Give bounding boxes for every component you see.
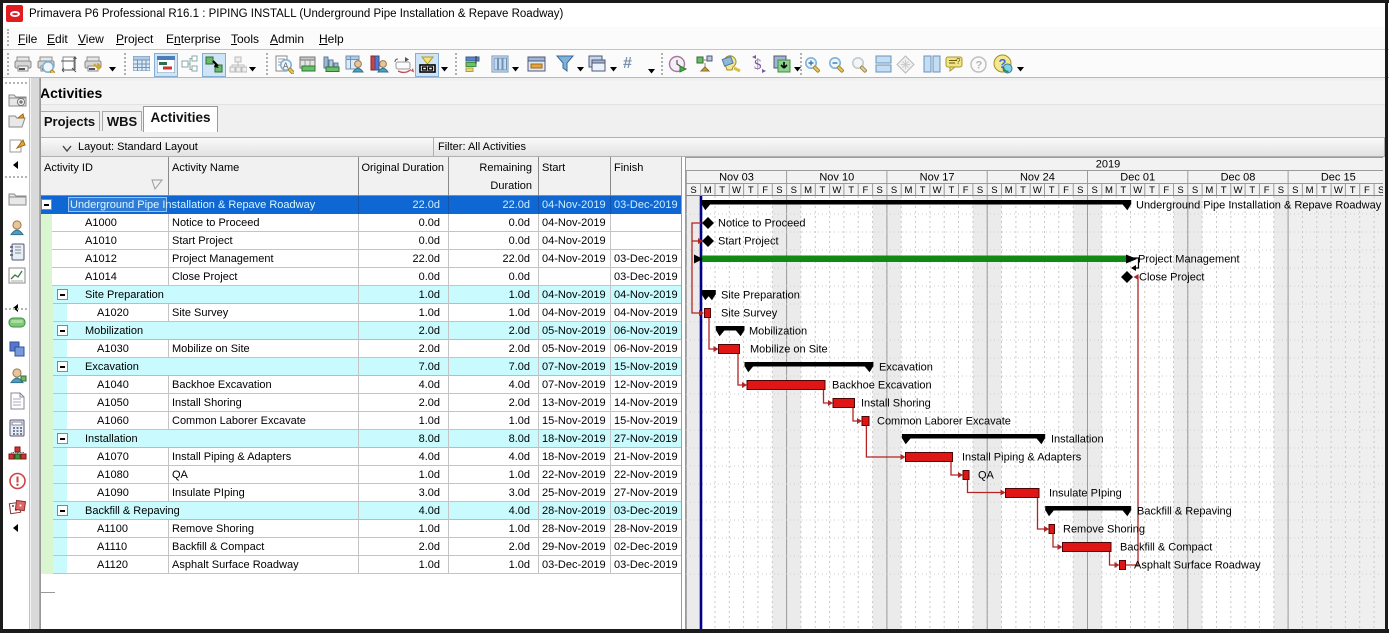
svg-text:F: F <box>862 185 868 196</box>
svg-text:S: S <box>1077 185 1083 196</box>
svg-text:W: W <box>832 185 841 196</box>
svg-text:S: S <box>1192 185 1198 196</box>
svg-text:Installation: Installation <box>1051 434 1104 446</box>
svg-text:Mobilize on Site: Mobilize on Site <box>750 344 828 356</box>
svg-text:S: S <box>891 185 897 196</box>
svg-text:Project Management: Project Management <box>1138 254 1240 266</box>
svg-text:T: T <box>1149 185 1155 196</box>
svg-text:S: S <box>991 185 997 196</box>
svg-text:Common Laborer Excavate: Common Laborer Excavate <box>877 416 1011 428</box>
svg-text:W: W <box>1234 185 1243 196</box>
svg-text:Site Survey: Site Survey <box>721 308 778 320</box>
svg-text:T: T <box>1020 185 1026 196</box>
svg-text:T: T <box>1049 185 1055 196</box>
svg-text:Backhoe Excavation: Backhoe Excavation <box>832 380 932 392</box>
svg-text:Asphalt Surface Roadway: Asphalt Surface Roadway <box>1134 560 1261 572</box>
svg-text:T: T <box>1249 185 1255 196</box>
svg-text:Nov 03: Nov 03 <box>719 172 754 184</box>
svg-text:T: T <box>1221 185 1227 196</box>
svg-text:?: ? <box>976 60 983 72</box>
svg-text:2019: 2019 <box>1096 159 1120 171</box>
svg-text:W: W <box>732 185 741 196</box>
svg-text:Dec 08: Dec 08 <box>1221 172 1256 184</box>
svg-text:Backfill & Repaving: Backfill & Repaving <box>1137 506 1232 518</box>
svg-text:Backfill & Compact: Backfill & Compact <box>1120 542 1212 554</box>
svg-text:S: S <box>690 185 696 196</box>
svg-text:W: W <box>1033 185 1042 196</box>
svg-text:?: ? <box>956 57 961 66</box>
svg-text:S: S <box>1378 185 1383 196</box>
svg-text:S: S <box>877 185 883 196</box>
svg-text:A: A <box>283 62 289 71</box>
svg-text:M: M <box>704 185 712 196</box>
svg-text:$: $ <box>754 57 762 73</box>
svg-text:F: F <box>1364 185 1370 196</box>
svg-text:Close Project: Close Project <box>1139 272 1204 284</box>
svg-text:M: M <box>904 185 912 196</box>
svg-text:W: W <box>1334 185 1343 196</box>
svg-text:T: T <box>819 185 825 196</box>
svg-text:Excavation: Excavation <box>879 362 933 374</box>
svg-text:S: S <box>1292 185 1298 196</box>
svg-text:Underground Pipe Installation: Underground Pipe Installation & Repave R… <box>1136 200 1382 212</box>
svg-text:W: W <box>933 185 942 196</box>
svg-text:QA: QA <box>978 470 995 482</box>
svg-text:M: M <box>1306 185 1314 196</box>
svg-text:F: F <box>1063 185 1069 196</box>
svg-text:Insulate PIping: Insulate PIping <box>1049 488 1122 500</box>
svg-text:S: S <box>776 185 782 196</box>
svg-text:M: M <box>1205 185 1213 196</box>
svg-text:Nov 10: Nov 10 <box>819 172 854 184</box>
svg-text:Remove Shoring: Remove Shoring <box>1063 524 1145 536</box>
svg-text:T: T <box>748 185 754 196</box>
svg-text:T: T <box>1321 185 1327 196</box>
svg-text:T: T <box>1120 185 1126 196</box>
svg-text:T: T <box>920 185 926 196</box>
svg-text:T: T <box>719 185 725 196</box>
svg-text:Mobilization: Mobilization <box>749 326 807 338</box>
svg-text:Install Piping & Adapters: Install Piping & Adapters <box>962 452 1082 464</box>
svg-text:F: F <box>1163 185 1169 196</box>
svg-text:F: F <box>1264 185 1270 196</box>
svg-text:S: S <box>977 185 983 196</box>
svg-text:F: F <box>762 185 768 196</box>
svg-text:Site Preparation: Site Preparation <box>721 290 800 302</box>
svg-text:S: S <box>1278 185 1284 196</box>
svg-text:Start Project: Start Project <box>718 236 779 248</box>
svg-text:Dec 15: Dec 15 <box>1321 172 1356 184</box>
svg-text:Notice to Proceed: Notice to Proceed <box>718 218 805 230</box>
svg-text:S: S <box>1177 185 1183 196</box>
svg-text:S: S <box>791 185 797 196</box>
svg-text:Install Shoring: Install Shoring <box>861 398 931 410</box>
svg-text:Dec 01: Dec 01 <box>1120 172 1155 184</box>
svg-text:M: M <box>804 185 812 196</box>
svg-text:S: S <box>1092 185 1098 196</box>
svg-text:M: M <box>1105 185 1113 196</box>
svg-text:Nov 17: Nov 17 <box>920 172 955 184</box>
svg-text:T: T <box>848 185 854 196</box>
svg-text:W: W <box>1133 185 1142 196</box>
svg-text:Nov 24: Nov 24 <box>1020 172 1055 184</box>
svg-text:T: T <box>1350 185 1356 196</box>
svg-text:M: M <box>1005 185 1013 196</box>
svg-text:T: T <box>948 185 954 196</box>
svg-text:F: F <box>963 185 969 196</box>
